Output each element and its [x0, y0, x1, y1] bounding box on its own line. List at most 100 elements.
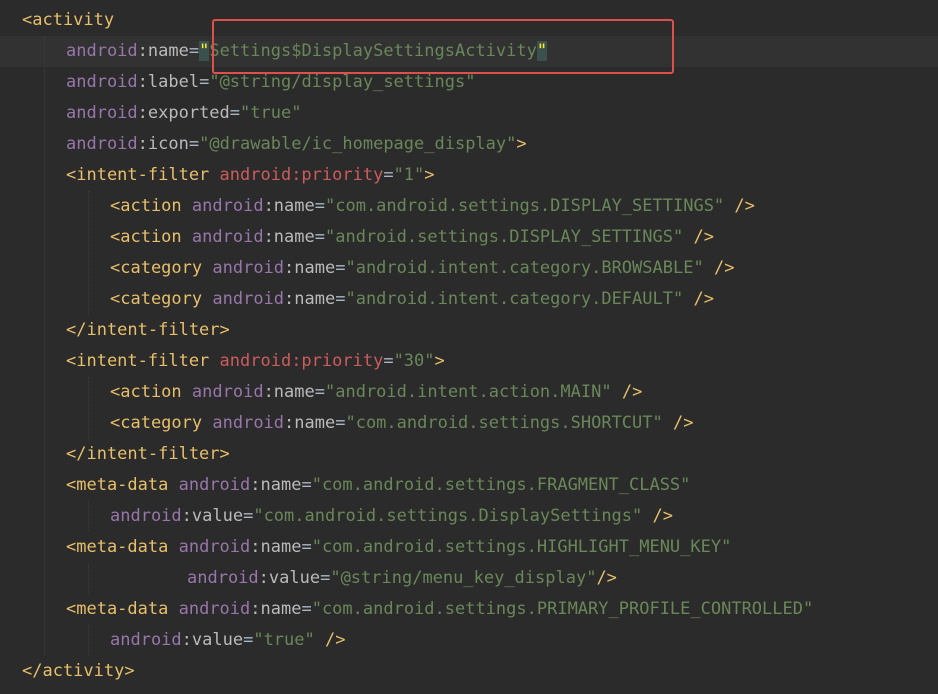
code-line-text: <category android:name="com.android.sett… [110, 408, 693, 439]
code-token-plain: = [320, 568, 331, 588]
code-token-tag: /> [693, 289, 714, 309]
code-token-ns: android [191, 227, 264, 247]
code-line-text: android:label="@string/display_settings" [66, 67, 475, 98]
code-line[interactable]: android:value="@string/menu_key_display"… [0, 563, 938, 594]
code-line-text: <meta-data android:name="com.android.set… [66, 594, 813, 625]
code-token-tag: <intent-filter [66, 165, 210, 185]
code-token-ns: android [66, 103, 138, 123]
code-token-tag: <category [110, 289, 203, 309]
code-line[interactable]: <category android:name="android.intent.c… [0, 284, 938, 315]
code-line[interactable]: <meta-data android:name="com.android.set… [0, 594, 938, 625]
code-token-attr: :exported [137, 103, 230, 123]
code-token-tag: <meta-data [66, 599, 169, 619]
code-token-tag: /> [652, 506, 673, 526]
code-token-tag: > [424, 165, 435, 185]
code-token-tag: <intent-filter [66, 351, 210, 371]
code-line[interactable]: <intent-filter android:priority="1"> [0, 160, 938, 191]
code-line[interactable]: android:exported="true" [0, 98, 938, 129]
code-token-str: "@drawable/ic_homepage_display" [199, 134, 517, 154]
code-line[interactable]: </intent-filter> [0, 439, 938, 470]
indent-guide [88, 377, 89, 439]
code-token-tag: <action [110, 196, 182, 216]
code-token-attr: :value [181, 630, 244, 650]
code-token-str: "1" [393, 165, 425, 185]
code-token-tag: /> [713, 258, 735, 278]
code-line[interactable]: <activity [0, 5, 938, 36]
code-line-text: <meta-data android:name="com.android.set… [66, 532, 731, 563]
code-line[interactable]: <category android:name="com.android.sett… [0, 408, 938, 439]
code-line-text: <category android:name="android.intent.c… [110, 253, 734, 284]
code-token-plain: = [188, 134, 200, 154]
code-editor[interactable]: <activity android:name="Settings$DisplayS… [0, 0, 938, 694]
code-line[interactable]: android:value="com.android.settings.Disp… [0, 501, 938, 532]
code-token-ns: android [66, 41, 138, 61]
code-line[interactable]: android:icon="@drawable/ic_homepage_disp… [0, 129, 938, 160]
code-line[interactable]: <meta-data android:name="com.android.set… [0, 532, 938, 563]
code-line[interactable]: <category android:name="android.intent.c… [0, 253, 938, 284]
code-line[interactable]: android:label="@string/display_settings" [0, 67, 938, 98]
code-token-tag: > [516, 134, 527, 154]
code-line-text: <intent-filter android:priority="1"> [66, 160, 435, 191]
code-token-str: "com.android.settings.FRAGMENT_CLASS" [311, 475, 691, 495]
indent-guide [88, 625, 89, 656]
code-token-plain: = [314, 196, 325, 216]
code-token-str: "android.intent.category.DEFAULT" [345, 289, 684, 309]
code-line[interactable]: android:value="true" /> [0, 625, 938, 656]
code-token-str: "com.android.settings.HIGHLIGHT_MENU_KEY… [311, 537, 732, 557]
code-token-ns: android [66, 134, 138, 154]
code-token-plain: = [188, 41, 200, 61]
code-line-text: </intent-filter> [66, 315, 230, 346]
code-token-attr: :name [250, 537, 302, 557]
code-token-str: "android.settings.DISPLAY_SETTINGS" [325, 227, 684, 247]
code-token-str: Settings$DisplaySettingsActivity [209, 41, 537, 61]
code-token-attr: :label [137, 72, 200, 92]
code-token-ns: android [187, 568, 259, 588]
code-line[interactable]: <intent-filter android:priority="30"> [0, 346, 938, 377]
code-token-attr: :name [263, 382, 315, 402]
code-line[interactable]: <action android:name="android.settings.D… [0, 222, 938, 253]
code-token-warn: android:priority [219, 165, 384, 185]
code-line[interactable]: android:name="Settings$DisplaySettingsAc… [0, 36, 938, 67]
code-line-text: </intent-filter> [66, 439, 230, 470]
code-token-plain: = [383, 351, 394, 371]
code-line-text: android:value="true" /> [110, 625, 345, 656]
code-token-plain: = [243, 506, 254, 526]
code-token-ns: android [191, 196, 264, 216]
code-line[interactable]: <action android:name="android.intent.act… [0, 377, 938, 408]
code-token-attr: :name [137, 41, 189, 61]
code-token-plain: = [335, 289, 346, 309]
code-token-attr: :name [284, 258, 336, 278]
code-line[interactable]: </intent-filter> [0, 315, 938, 346]
code-token-str: "true" [240, 103, 302, 123]
code-token-tag: /> [596, 568, 617, 588]
code-token-plain: = [301, 599, 312, 619]
code-token-tag: <category [110, 413, 203, 433]
code-token-plain: = [383, 165, 394, 185]
code-line-text: <category android:name="android.intent.c… [110, 284, 714, 315]
code-line[interactable]: <meta-data android:name="com.android.set… [0, 470, 938, 501]
code-token-attr: :name [250, 599, 302, 619]
indent-guide [88, 501, 89, 532]
code-token-str: "@string/display_settings" [209, 72, 476, 92]
code-token-tag: </intent-filter> [66, 444, 230, 464]
code-line[interactable]: <action android:name="com.android.settin… [0, 191, 938, 222]
code-line[interactable]: </activity> [0, 656, 938, 687]
code-token-tag: /> [621, 382, 643, 402]
indent-guide [88, 563, 89, 594]
code-token-ns: android [110, 630, 182, 650]
code-line-text: android:name="Settings$DisplaySettingsAc… [66, 36, 548, 67]
code-token-ns: android [212, 413, 285, 433]
code-token-plain: = [243, 630, 254, 650]
